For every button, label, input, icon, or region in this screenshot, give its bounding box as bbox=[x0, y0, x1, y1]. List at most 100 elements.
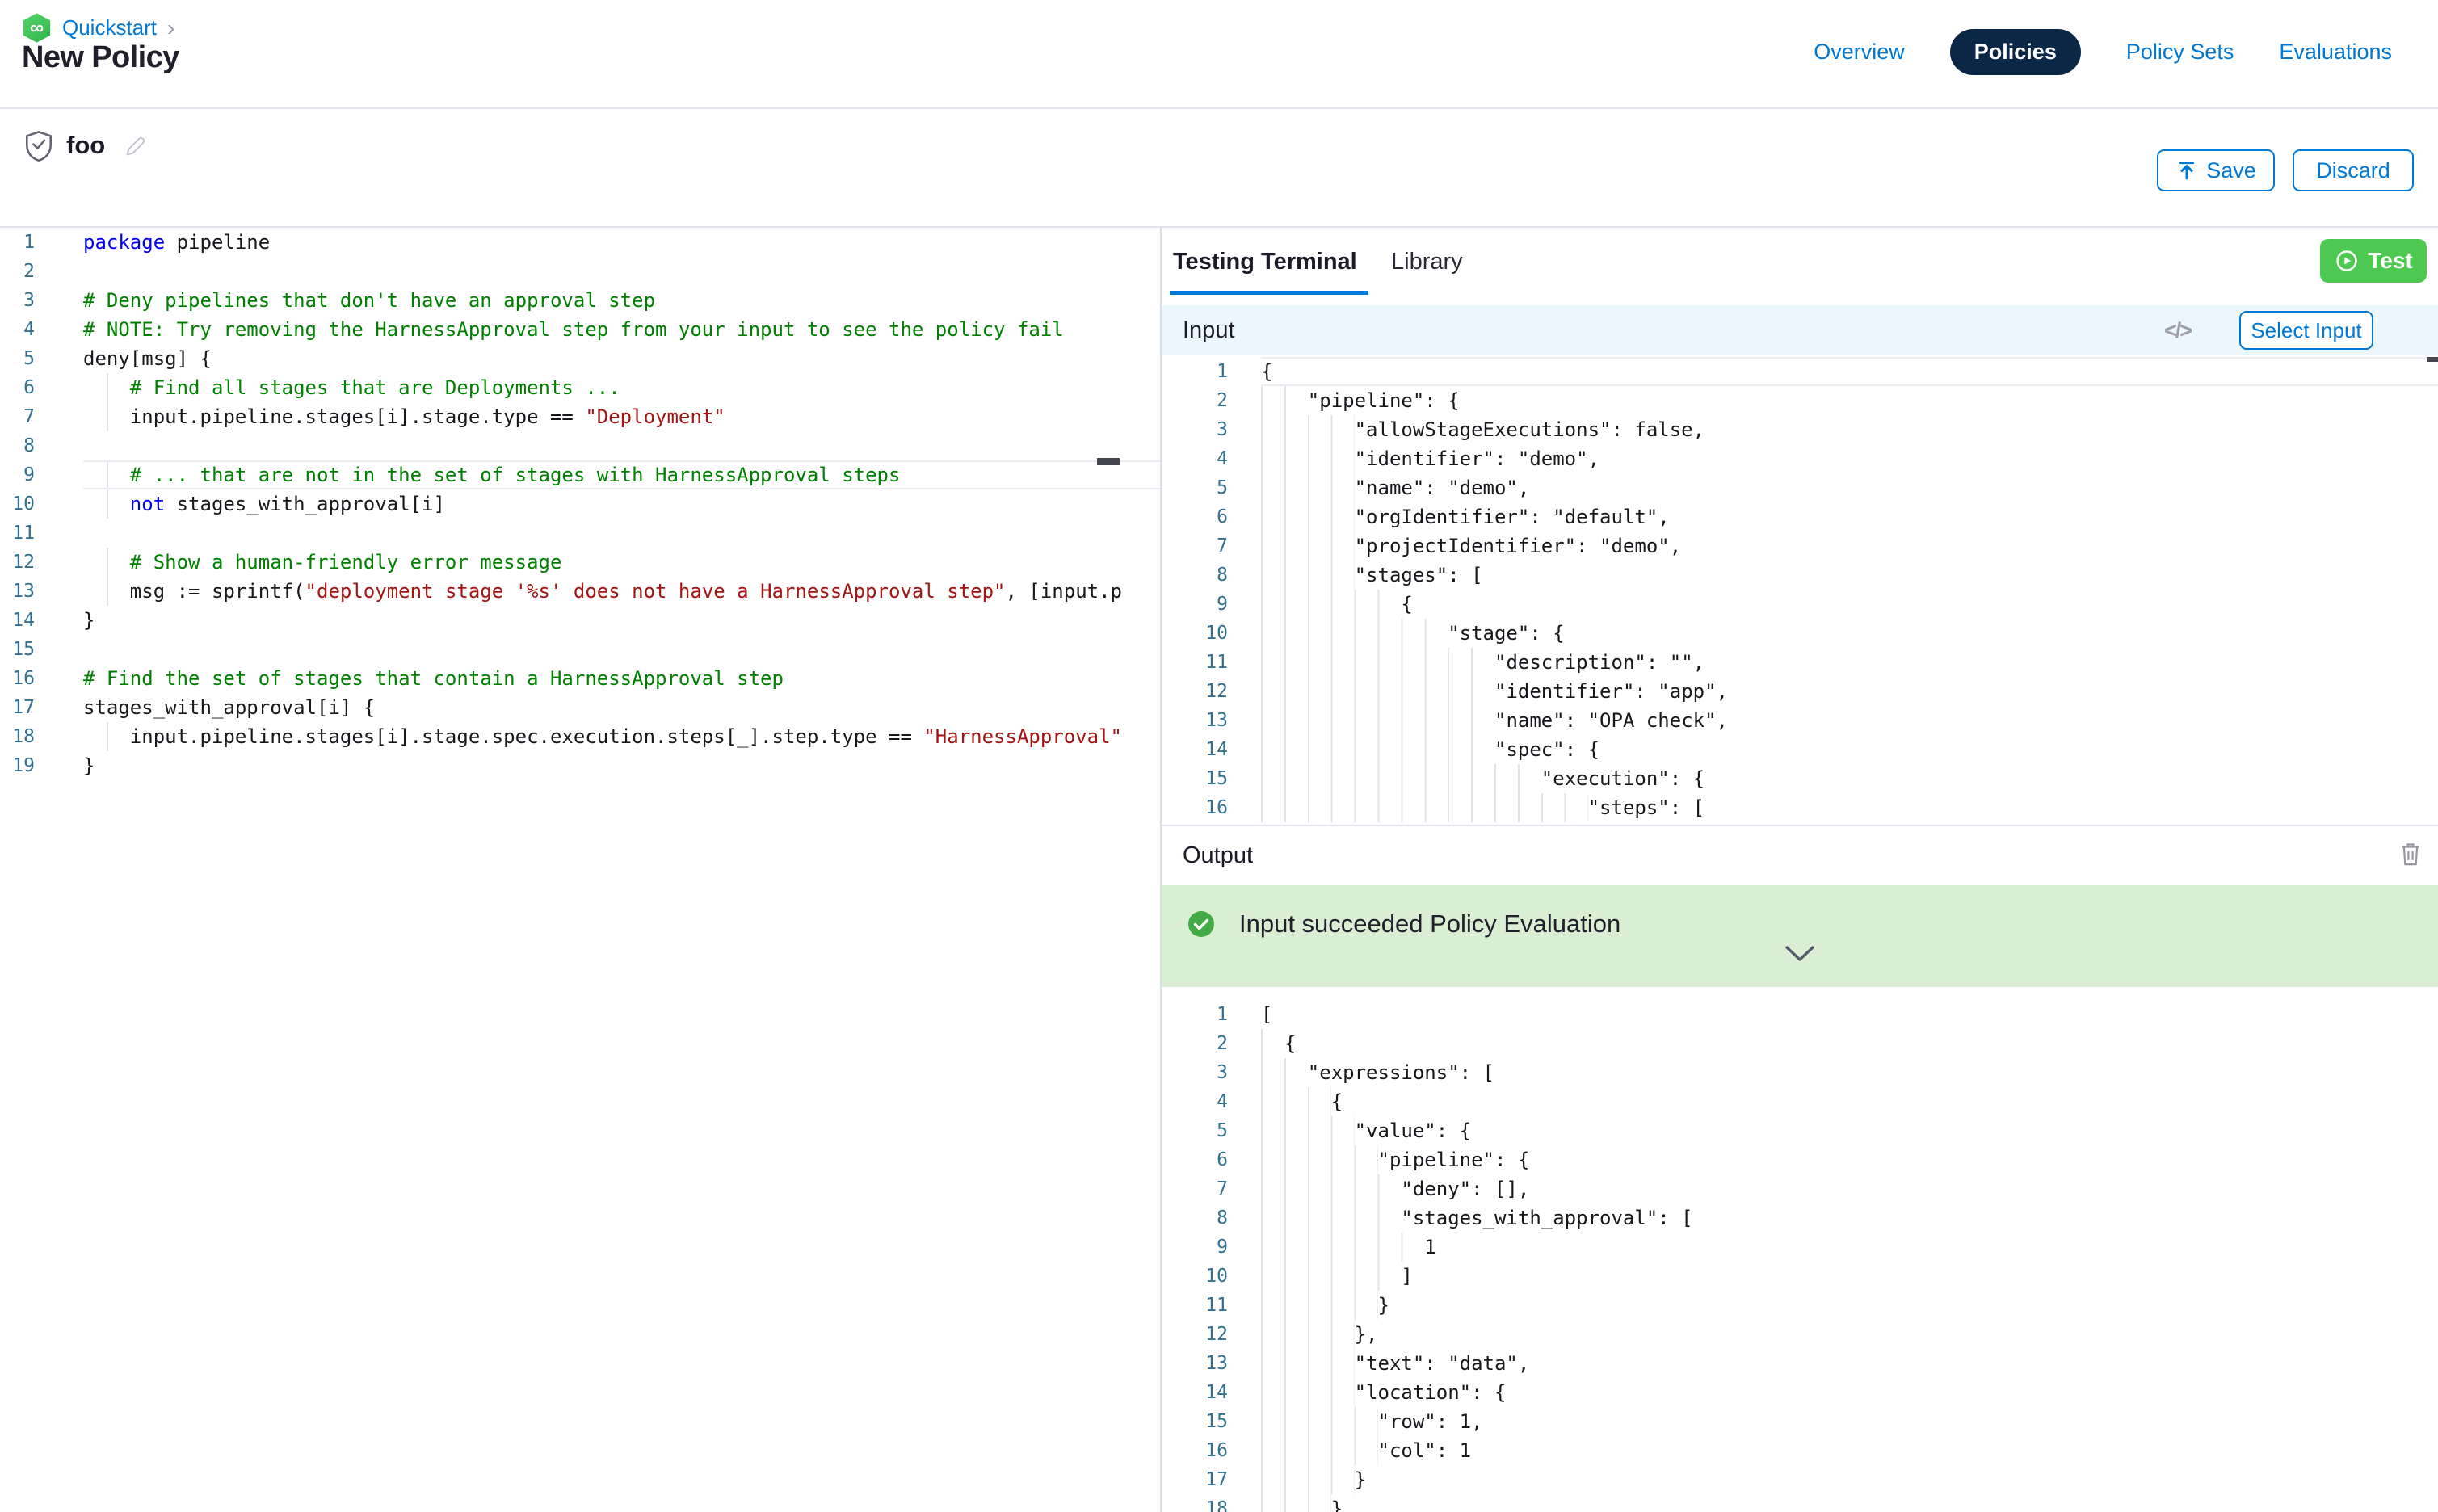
code-line[interactable]: 15"row": 1, bbox=[1162, 1407, 2438, 1436]
code-line[interactable]: 8 bbox=[0, 431, 1160, 460]
code-line[interactable]: 3# Deny pipelines that don't have an app… bbox=[0, 286, 1160, 315]
line-number: 11 bbox=[1162, 1291, 1228, 1320]
code-line[interactable]: 16"col": 1 bbox=[1162, 1436, 2438, 1465]
output-json-editor[interactable]: 1[2{3"expressions": [4{5"value": {6"pipe… bbox=[1162, 1000, 2438, 1512]
code-line[interactable]: 5"name": "demo", bbox=[1162, 473, 2438, 502]
code-line[interactable]: 10] bbox=[1162, 1262, 2438, 1291]
code-line[interactable]: 6"orgIdentifier": "default", bbox=[1162, 502, 2438, 531]
code-line[interactable]: 7"projectIdentifier": "demo", bbox=[1162, 531, 2438, 561]
code-line[interactable]: 1[ bbox=[1162, 1000, 2438, 1029]
code-line[interactable]: 9# ... that are not in the set of stages… bbox=[0, 460, 1160, 489]
indent-guides bbox=[1261, 1262, 1401, 1291]
tab-library[interactable]: Library bbox=[1391, 249, 1463, 275]
code-line[interactable]: 17stages_with_approval[i] { bbox=[0, 693, 1160, 722]
code-line[interactable]: 1{ bbox=[1162, 357, 2438, 386]
code-line[interactable]: 6# Find all stages that are Deployments … bbox=[0, 373, 1160, 402]
code-line[interactable]: 4{ bbox=[1162, 1087, 2438, 1116]
line-number: 10 bbox=[1162, 619, 1228, 648]
indent-guides bbox=[83, 489, 130, 519]
indent-guides bbox=[83, 402, 130, 431]
indent-guides bbox=[83, 577, 130, 606]
code-line[interactable]: 8"stages_with_approval": [ bbox=[1162, 1203, 2438, 1233]
code-line[interactable]: 11} bbox=[1162, 1291, 2438, 1320]
evaluation-success-banner: Input succeeded Policy Evaluation bbox=[1162, 885, 2438, 987]
line-number: 12 bbox=[1162, 677, 1228, 706]
top-nav: Overview Policies Policy Sets Evaluation… bbox=[1814, 29, 2392, 74]
discard-button[interactable]: Discard bbox=[2293, 149, 2414, 191]
input-editor-lines: 1{2"pipeline": {3"allowStageExecutions":… bbox=[1162, 357, 2438, 822]
nav-policies-active[interactable]: Policies bbox=[1950, 29, 2081, 75]
code-line[interactable]: 13"name": "OPA check", bbox=[1162, 706, 2438, 735]
save-button[interactable]: Save bbox=[2157, 149, 2275, 191]
indent-guides bbox=[1261, 1291, 1378, 1320]
code-line[interactable]: 14"spec": { bbox=[1162, 735, 2438, 764]
code-line[interactable]: 18input.pipeline.stages[i].stage.spec.ex… bbox=[0, 722, 1160, 751]
line-number: 3 bbox=[1162, 1058, 1228, 1087]
code-line[interactable]: 2"pipeline": { bbox=[1162, 386, 2438, 415]
code-line[interactable]: 18} bbox=[1162, 1494, 2438, 1512]
evaluation-status-text: Input succeeded Policy Evaluation bbox=[1239, 909, 1620, 939]
code-line[interactable]: 2{ bbox=[1162, 1029, 2438, 1058]
chevron-down-icon[interactable] bbox=[1784, 945, 1816, 967]
code-line[interactable]: 10not stages_with_approval[i] bbox=[0, 489, 1160, 519]
select-input-button[interactable]: Select Input bbox=[2239, 311, 2373, 350]
code-line[interactable]: 5deny[msg] { bbox=[0, 344, 1160, 373]
code-line[interactable]: 16"steps": [ bbox=[1162, 793, 2438, 822]
code-line[interactable]: 9{ bbox=[1162, 590, 2438, 619]
nav-evaluations[interactable]: Evaluations bbox=[2279, 40, 2392, 65]
indent-guides bbox=[1261, 531, 1355, 561]
code-line[interactable]: 7input.pipeline.stages[i].stage.type == … bbox=[0, 402, 1160, 431]
code-line[interactable]: 13"text": "data", bbox=[1162, 1349, 2438, 1378]
code-line[interactable]: 3"expressions": [ bbox=[1162, 1058, 2438, 1087]
policy-code-editor[interactable]: 1package pipeline23# Deny pipelines that… bbox=[0, 228, 1160, 1512]
code-line[interactable]: 4"identifier": "demo", bbox=[1162, 444, 2438, 473]
indent-guides bbox=[1261, 648, 1494, 677]
code-line[interactable]: 5"value": { bbox=[1162, 1116, 2438, 1145]
code-line[interactable]: 2 bbox=[0, 257, 1160, 286]
indent-guides bbox=[1261, 735, 1494, 764]
input-json-editor[interactable]: 1{2"pipeline": {3"allowStageExecutions":… bbox=[1162, 357, 2438, 825]
code-line[interactable]: 15 bbox=[0, 635, 1160, 664]
test-button[interactable]: Test bbox=[2320, 239, 2427, 283]
code-icon[interactable]: </> bbox=[2164, 318, 2191, 343]
code-line[interactable]: 12}, bbox=[1162, 1320, 2438, 1349]
policy-name: foo bbox=[66, 131, 105, 160]
code-line[interactable]: 13msg := sprintf("deployment stage '%s' … bbox=[0, 577, 1160, 606]
edit-pencil-icon[interactable] bbox=[123, 133, 149, 163]
code-line[interactable]: 15"execution": { bbox=[1162, 764, 2438, 793]
output-title: Output bbox=[1183, 842, 1253, 869]
code-line[interactable]: 16# Find the set of stages that contain … bbox=[0, 664, 1160, 693]
tab-testing-terminal[interactable]: Testing Terminal bbox=[1173, 249, 1357, 275]
line-number: 2 bbox=[1162, 386, 1228, 415]
code-line[interactable]: 11 bbox=[0, 519, 1160, 548]
code-line[interactable]: 3"allowStageExecutions": false, bbox=[1162, 415, 2438, 444]
indent-guides bbox=[1261, 1320, 1355, 1349]
line-number: 10 bbox=[1162, 1262, 1228, 1291]
code-line[interactable]: 10"stage": { bbox=[1162, 619, 2438, 648]
line-number: 17 bbox=[0, 693, 35, 722]
code-line[interactable]: 12"identifier": "app", bbox=[1162, 677, 2438, 706]
page-title: New Policy bbox=[22, 40, 179, 75]
code-line[interactable]: 12# Show a human-friendly error message bbox=[0, 548, 1160, 577]
code-line[interactable]: 14} bbox=[0, 606, 1160, 635]
toolbar-actions: Save Discard bbox=[2157, 149, 2414, 191]
breadcrumb-project-link[interactable]: Quickstart bbox=[62, 15, 157, 40]
line-number: 6 bbox=[1162, 502, 1228, 531]
code-line[interactable]: 19} bbox=[0, 751, 1160, 780]
line-number: 14 bbox=[1162, 735, 1228, 764]
code-line[interactable]: 1package pipeline bbox=[0, 228, 1160, 257]
line-number: 14 bbox=[0, 606, 35, 635]
trash-icon[interactable] bbox=[2398, 840, 2423, 872]
code-line[interactable]: 91 bbox=[1162, 1233, 2438, 1262]
code-line[interactable]: 6"pipeline": { bbox=[1162, 1145, 2438, 1174]
code-line[interactable]: 11"description": "", bbox=[1162, 648, 2438, 677]
nav-policy-sets[interactable]: Policy Sets bbox=[2126, 40, 2234, 65]
indent-guides bbox=[1261, 590, 1401, 619]
code-line[interactable]: 4# NOTE: Try removing the HarnessApprova… bbox=[0, 315, 1160, 344]
code-line[interactable]: 17} bbox=[1162, 1465, 2438, 1494]
nav-overview[interactable]: Overview bbox=[1814, 40, 1905, 65]
play-circle-icon bbox=[2334, 248, 2360, 274]
code-line[interactable]: 14"location": { bbox=[1162, 1378, 2438, 1407]
code-line[interactable]: 7"deny": [], bbox=[1162, 1174, 2438, 1203]
code-line[interactable]: 8"stages": [ bbox=[1162, 561, 2438, 590]
